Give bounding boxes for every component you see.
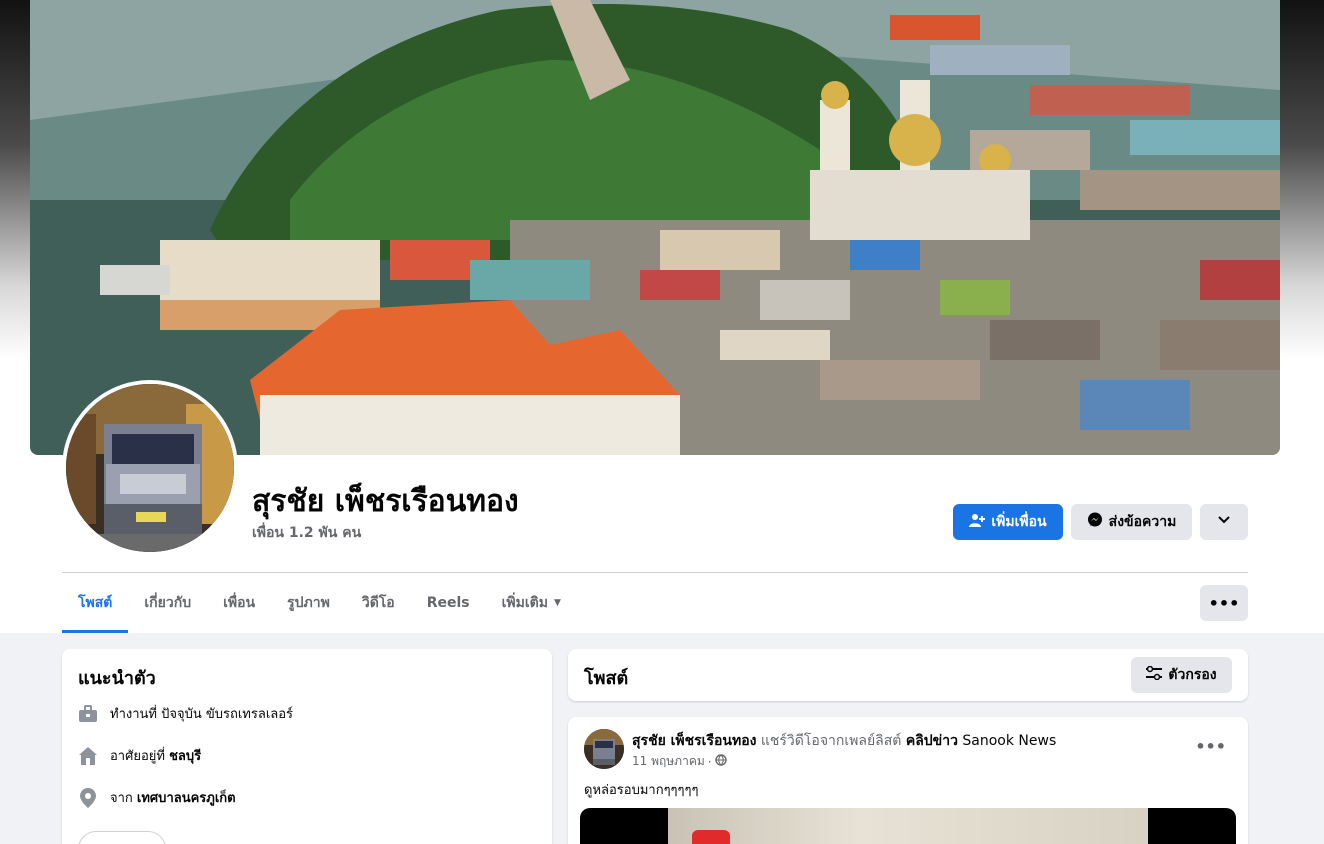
tab-label: Reels (426, 595, 470, 611)
intro-work-row: ทำงานที่ ปัจจุบัน ขับรถเทรลเลอร์ (78, 703, 293, 724)
intro-lives-link[interactable]: ชลบุรี (169, 749, 201, 764)
tab-label: วิดีโอ (361, 595, 395, 611)
post-author-name[interactable]: สุรชัย เพ็ชรเรือนทอง (632, 733, 756, 749)
profile-avatar[interactable] (62, 380, 238, 556)
tab-posts[interactable]: โพสต์ (62, 573, 129, 633)
tab-reels[interactable]: Reels (411, 573, 486, 633)
chevron-down-icon (1217, 513, 1231, 531)
intro-from-link[interactable]: เทศบาลนครภูเก็ต (137, 791, 236, 806)
messenger-icon (1087, 512, 1103, 532)
tab-label: เพิ่มเติม (501, 595, 548, 611)
intro-from-prefix: จาก (110, 791, 137, 806)
truck-photo (66, 384, 234, 552)
post-action-text: แชร์วิดีโอจากเพลย์ลิสต์ (756, 733, 906, 749)
posts-title: โพสต์ (584, 668, 629, 689)
sliders-icon (1146, 665, 1163, 684)
cover-photo[interactable] (30, 0, 1280, 455)
tab-label: โพสต์ (78, 595, 113, 611)
post-playlist-link[interactable]: คลิปข่าว (906, 733, 958, 749)
more-options-button[interactable]: ••• (1200, 585, 1248, 621)
truck-thumbnail (584, 729, 624, 769)
tab-label: เพื่อน (223, 595, 256, 611)
person-plus-icon (969, 512, 986, 532)
tab-friends[interactable]: เพื่อน (207, 573, 271, 633)
message-label: ส่งข้อความ (1108, 514, 1177, 530)
ellipsis-icon: ••• (1208, 593, 1240, 613)
intro-lives-row: อาศัยอยู่ที่ ชลบุรี (78, 745, 201, 766)
intro-title: แนะนำตัว (78, 668, 156, 689)
post-date[interactable]: 11 พฤษภาคม (632, 752, 705, 771)
globe-icon (714, 754, 727, 769)
filter-button[interactable]: ตัวกรอง (1131, 657, 1232, 693)
profile-name: สุรชัย เพ็ชรเรือนทอง (252, 484, 519, 519)
profile-dropdown-button[interactable] (1200, 504, 1248, 540)
tab-photos[interactable]: รูปภาพ (271, 573, 346, 633)
filter-label: ตัวกรอง (1168, 667, 1217, 683)
tab-videos[interactable]: วิดีโอ (346, 573, 411, 633)
briefcase-icon (78, 704, 98, 724)
posts-header-card: โพสต์ ตัวกรอง (568, 649, 1248, 701)
post-meta-separator: · (707, 754, 712, 769)
tab-about[interactable]: เกี่ยวกับ (128, 573, 207, 633)
sanook-logo (692, 830, 730, 844)
message-button[interactable]: ส่งข้อความ (1071, 504, 1192, 540)
post-author-avatar[interactable] (584, 729, 624, 769)
intro-card: แนะนำตัว ทำงานที่ ปัจจุบัน ขับรถเทรลเลอร… (62, 649, 552, 844)
add-friend-label: เพิ่มเพื่อน (991, 514, 1047, 530)
intro-edit-button[interactable] (78, 831, 166, 844)
tab-label: รูปภาพ (287, 595, 330, 611)
post-options-button[interactable]: ••• (1195, 737, 1226, 756)
intro-work-text: ทำงานที่ ปัจจุบัน ขับรถเทรลเลอร์ (110, 707, 294, 722)
post-meta: 11 พฤษภาคม · (632, 752, 727, 771)
post-page-link[interactable]: Sanook News (958, 733, 1056, 749)
tab-label: เกี่ยวกับ (144, 595, 192, 611)
video-frame (668, 808, 1148, 844)
post-card: สุรชัย เพ็ชรเรือนทอง แชร์วิดีโอจากเพลย์ล… (568, 717, 1248, 844)
caret-down-icon: ▼ (553, 598, 561, 608)
add-friend-button[interactable]: เพิ่มเพื่อน (953, 504, 1063, 540)
intro-from-row: จาก เทศบาลนครภูเก็ต (78, 787, 236, 808)
friend-count[interactable]: เพื่อน 1.2 พัน คน (252, 522, 361, 544)
ellipsis-icon: ••• (1195, 737, 1226, 756)
cover-photo-image (30, 0, 1280, 455)
profile-tabs: โพสต์ เกี่ยวกับ เพื่อน รูปภาพ วิดีโอ Ree… (62, 573, 577, 633)
home-icon (78, 746, 98, 766)
post-text: ดูหล่อรอบมากๆๆๆๆๆ (584, 783, 699, 798)
post-video[interactable] (580, 808, 1236, 844)
post-header-line: สุรชัย เพ็ชรเรือนทอง แชร์วิดีโอจากเพลย์ล… (632, 730, 1056, 752)
intro-lives-prefix: อาศัยอยู่ที่ (110, 749, 170, 764)
tab-more[interactable]: เพิ่มเติม ▼ (486, 573, 577, 633)
location-pin-icon (78, 787, 98, 808)
